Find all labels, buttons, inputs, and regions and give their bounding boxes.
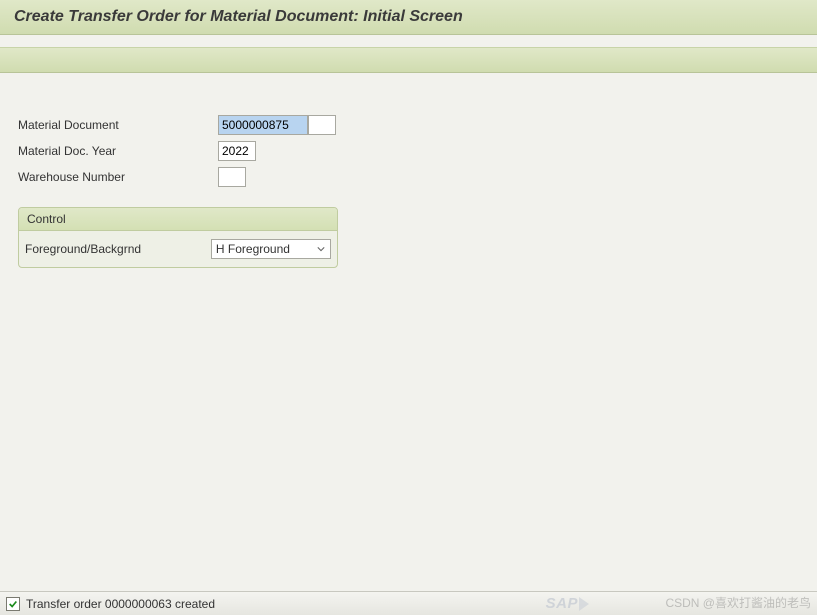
page-title: Create Transfer Order for Material Docum… — [14, 8, 803, 26]
status-message: Transfer order 0000000063 created — [26, 597, 215, 611]
control-group-body: Foreground/Backgrnd H Foreground — [19, 231, 337, 267]
foreground-background-value: H Foreground — [216, 242, 290, 256]
material-doc-year-input[interactable] — [218, 141, 256, 161]
control-group: Control Foreground/Backgrnd H Foreground — [18, 207, 338, 268]
material-document-input[interactable] — [218, 115, 308, 135]
sap-logo: SAP — [546, 595, 589, 612]
field-foreground-background: Foreground/Backgrnd H Foreground — [25, 237, 331, 261]
application-toolbar — [0, 47, 817, 73]
field-material-doc-year: Material Doc. Year — [18, 139, 799, 163]
chevron-down-icon — [314, 241, 328, 257]
material-doc-year-label: Material Doc. Year — [18, 144, 218, 158]
warehouse-number-input[interactable] — [218, 167, 246, 187]
status-success-icon — [6, 597, 20, 611]
foreground-background-label: Foreground/Backgrnd — [25, 242, 211, 256]
control-group-title: Control — [19, 208, 337, 231]
title-bar: Create Transfer Order for Material Docum… — [0, 0, 817, 35]
field-warehouse-number: Warehouse Number — [18, 165, 799, 189]
material-document-label: Material Document — [18, 118, 218, 132]
material-document-item-input[interactable] — [308, 115, 336, 135]
warehouse-number-label: Warehouse Number — [18, 170, 218, 184]
form-area: Material Document Material Doc. Year War… — [0, 73, 817, 278]
field-material-document: Material Document — [18, 113, 799, 137]
watermark: CSDN @喜欢打酱油的老鸟 — [665, 594, 811, 611]
foreground-background-select[interactable]: H Foreground — [211, 239, 331, 259]
